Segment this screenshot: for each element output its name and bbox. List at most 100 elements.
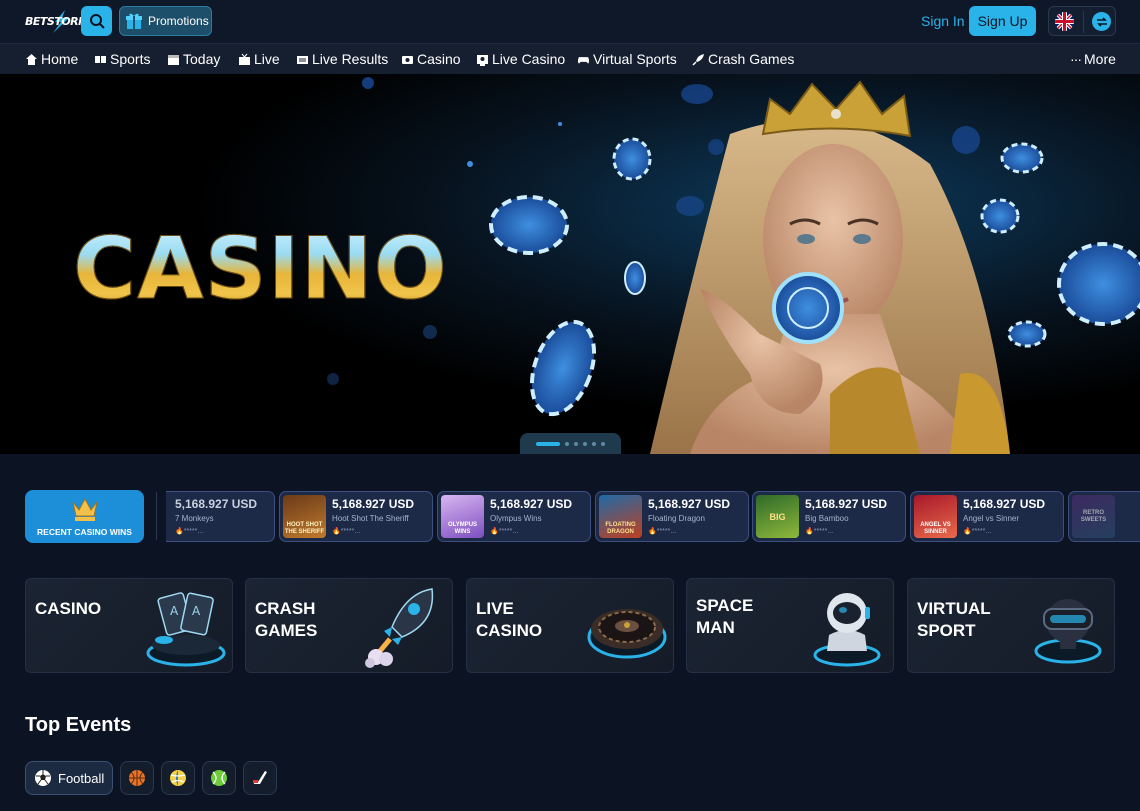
casino-cards-icon: A A: [146, 592, 226, 667]
language-settings-group: [1048, 6, 1116, 36]
search-button[interactable]: [81, 6, 112, 36]
nav-label: Sports: [110, 51, 151, 67]
nav-item-live[interactable]: Live: [238, 51, 280, 67]
tab-label: Football: [58, 770, 105, 786]
game-thumbnail: BIG: [756, 495, 799, 538]
win-user-name: *****...: [971, 528, 992, 535]
category-title-line1: VIRTUAL: [917, 599, 991, 618]
win-card[interactable]: 5,168.927 USD 7 Monkeys 🔥*****...: [166, 491, 275, 542]
nav-item-sports[interactable]: Sports: [94, 51, 150, 67]
wins-divider: [156, 492, 157, 540]
nav-label: Virtual Sports: [593, 51, 677, 67]
pager-dot[interactable]: [601, 441, 605, 446]
nav-item-today[interactable]: Today: [167, 51, 220, 67]
win-card[interactable]: OLYMPUS WINS 5,168.927 USD Olympus Wins …: [437, 491, 591, 542]
category-space-man[interactable]: SPACE MAN: [686, 578, 894, 673]
thumb-text: HOOT SHOT THE SHERIFF: [284, 522, 325, 535]
thumb-text: BIG: [769, 511, 786, 522]
win-game-name: Big Bamboo: [805, 514, 849, 523]
win-amount: 5,168.927 USD: [332, 497, 415, 511]
win-card[interactable]: FLOATING DRAGON 5,168.927 USD Floating D…: [595, 491, 749, 542]
language-divider: [1083, 11, 1084, 33]
sign-up-button[interactable]: Sign Up: [969, 6, 1036, 36]
thumb-text: RETRO SWEETS: [1080, 509, 1107, 523]
tab-tennis[interactable]: [202, 761, 237, 795]
win-card[interactable]: BIG 5,168.927 USD Big Bamboo 🔥*****...: [752, 491, 906, 542]
win-user-name: *****...: [340, 528, 361, 535]
win-card[interactable]: RETRO SWEETS: [1068, 491, 1140, 542]
hero-carousel-pager[interactable]: [520, 433, 621, 454]
nav-item-virtual-sports[interactable]: Virtual Sports: [577, 51, 677, 67]
rocket-icon: [365, 588, 434, 668]
nav-label: Casino: [417, 51, 461, 67]
recent-wins-label: RECENT CASINO WINS: [37, 527, 132, 537]
game-thumbnail: HOOT SHOT THE SHERIFF: [283, 495, 326, 538]
win-user: 🔥*****...: [175, 527, 203, 535]
volleyball-icon: [170, 770, 187, 786]
flame-icon: 🔥: [332, 528, 341, 535]
nav-label: Live Results: [312, 51, 389, 67]
football-icon: [35, 770, 51, 786]
nav-item-live-results[interactable]: Live Results: [296, 51, 388, 67]
category-title-line2: GAMES: [255, 621, 318, 640]
hero-banner[interactable]: CASINO: [0, 74, 1140, 454]
nav-label: Live Casino: [492, 51, 566, 67]
category-live-casino[interactable]: LIVE CASINO: [466, 578, 674, 673]
promotions-button[interactable]: Promotions: [119, 6, 212, 36]
category-casino[interactable]: CASINO A A: [25, 578, 233, 673]
home-icon: [25, 53, 38, 66]
live-icon: [238, 53, 251, 66]
main-nav: Home Sports Today Live Live Results Casi…: [0, 43, 1140, 74]
pager-dot[interactable]: [565, 441, 569, 446]
category-title: LIVE CASINO: [476, 598, 542, 642]
nav-item-live-casino[interactable]: Live Casino: [476, 51, 565, 67]
recent-wins-bar: RECENT CASINO WINS 5,168.927 USD 7 Monke…: [0, 490, 1140, 544]
win-user-name: *****...: [656, 528, 677, 535]
calendar-icon: [167, 53, 180, 66]
pager-dot[interactable]: [583, 441, 587, 446]
hero-title: CASINO: [73, 219, 448, 320]
nav-label: Crash Games: [708, 51, 795, 67]
win-user-name: *****...: [183, 528, 204, 535]
game-thumbnail: FLOATING DRAGON: [599, 495, 642, 538]
tab-basketball[interactable]: [120, 761, 155, 795]
odds-settings-icon[interactable]: [1092, 12, 1111, 31]
site-logo[interactable]: BETSTORM: [25, 8, 89, 34]
nav-item-home[interactable]: Home: [25, 51, 78, 67]
nav-more-label: More: [1084, 51, 1116, 67]
recent-casino-wins-button[interactable]: RECENT CASINO WINS: [25, 490, 144, 543]
game-thumbnail: OLYMPUS WINS: [441, 495, 484, 538]
svg-text:A: A: [192, 604, 201, 618]
win-card[interactable]: HOOT SHOT THE SHERIFF 5,168.927 USD Hoot…: [279, 491, 433, 542]
uk-flag-icon[interactable]: [1055, 12, 1074, 31]
tab-ice-hockey[interactable]: [243, 761, 278, 795]
flame-icon: 🔥: [175, 528, 184, 535]
casino-icon: [401, 53, 414, 66]
nav-label: Today: [183, 51, 221, 67]
win-game-name: 7 Monkeys: [175, 514, 214, 523]
win-user-name: *****...: [813, 528, 834, 535]
tab-football[interactable]: Football: [25, 761, 114, 795]
win-user: 🔥*****...: [648, 527, 676, 535]
more-dots-icon: ···: [1070, 51, 1082, 67]
gift-icon: [126, 13, 142, 29]
thumb-text: OLYMPUS WINS: [447, 522, 478, 535]
svg-text:A: A: [170, 604, 179, 618]
nav-item-crash-games[interactable]: Crash Games: [692, 51, 794, 67]
rocket-icon: [692, 53, 705, 66]
win-user: 🔥*****...: [332, 527, 360, 535]
pager-dot[interactable]: [592, 441, 596, 446]
win-game-name: Hoot Shot The Sheriff: [332, 514, 409, 523]
win-card[interactable]: ANGEL VS SINNER 5,168.927 USD Angel vs S…: [910, 491, 1064, 542]
pager-dot[interactable]: [574, 441, 578, 446]
nav-item-casino[interactable]: Casino: [401, 51, 461, 67]
tab-volleyball[interactable]: [161, 761, 196, 795]
ice-hockey-icon: [253, 771, 268, 784]
sports-icon: [94, 53, 107, 66]
sign-in-link[interactable]: Sign In: [921, 13, 965, 29]
vr-headset-icon: [1034, 599, 1102, 664]
category-crash-games[interactable]: CRASH GAMES: [245, 578, 453, 673]
pager-dot-active[interactable]: [536, 441, 560, 446]
nav-more-button[interactable]: ··· More: [1070, 51, 1116, 67]
category-virtual-sport[interactable]: VIRTUAL SPORT: [907, 578, 1115, 673]
